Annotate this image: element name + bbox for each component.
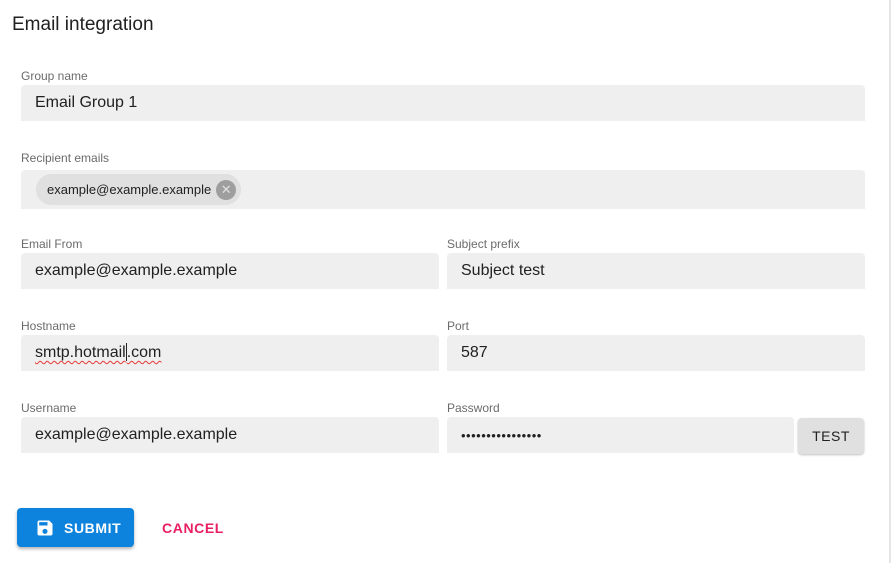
password-input[interactable]: •••••••••••••••• [447,417,794,453]
hostname-value-after-caret: .com [126,344,162,361]
recipient-chip: example@example.example ✕ [36,174,242,205]
subject-prefix-label: Subject prefix [447,237,520,251]
recipient-chip-label: example@example.example [47,182,212,197]
password-value: •••••••••••••••• [461,427,542,443]
hostname-input[interactable]: smtp.hotmail.com [21,335,439,371]
email-from-label: Email From [21,237,83,251]
subject-prefix-value: Subject test [461,262,545,279]
group-name-input[interactable]: Email Group 1 [21,85,865,121]
cancel-button[interactable]: CANCEL [152,508,234,547]
hostname-value-before-caret: smtp.hotmail [35,344,126,361]
page-title: Email integration [12,14,154,35]
username-value: example@example.example [35,426,238,443]
group-name-label: Group name [21,69,88,83]
email-integration-panel: Email integration Group name Email Group… [0,0,891,563]
username-label: Username [21,401,77,415]
username-input[interactable]: example@example.example [21,417,439,453]
email-from-input[interactable]: example@example.example [21,253,439,289]
recipient-emails-input[interactable]: example@example.example ✕ [21,170,865,209]
submit-button[interactable]: SUBMIT [17,508,134,547]
save-icon [35,518,55,538]
hostname-label: Hostname [21,319,76,333]
port-input[interactable]: 587 [447,335,865,371]
password-label: Password [447,401,500,415]
email-from-value: example@example.example [35,262,238,279]
hostname-value: smtp.hotmail.com [35,342,162,362]
cancel-circle-icon[interactable]: ✕ [216,179,237,200]
recipient-emails-label: Recipient emails [21,151,110,165]
test-button[interactable]: TEST [798,418,864,454]
subject-prefix-input[interactable]: Subject test [447,253,865,289]
group-name-value: Email Group 1 [35,94,138,111]
port-label: Port [447,319,470,333]
submit-label: SUBMIT [64,519,122,536]
port-value: 587 [461,344,488,361]
